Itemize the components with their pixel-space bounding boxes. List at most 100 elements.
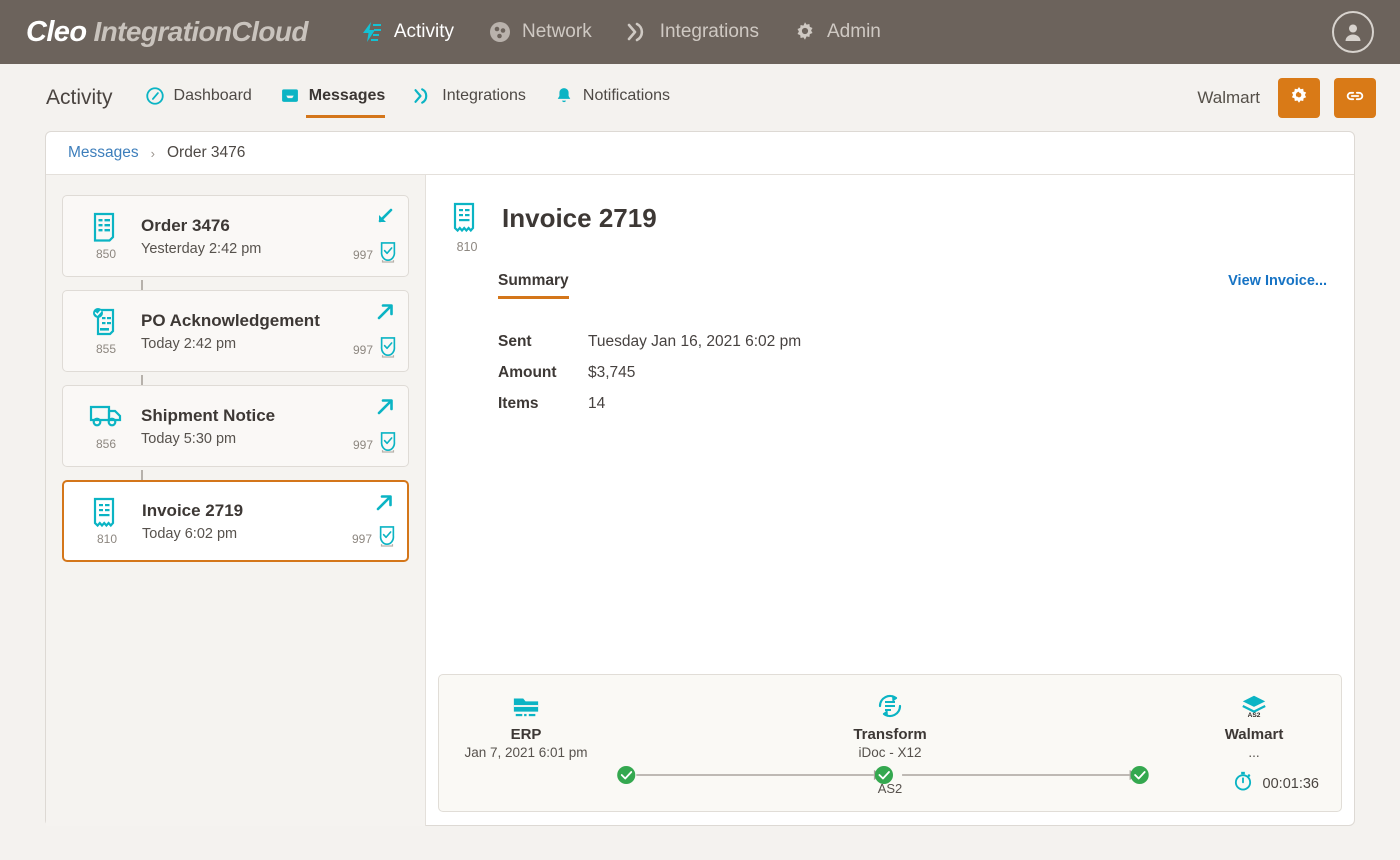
settings-button[interactable] — [1278, 78, 1320, 118]
view-invoice-link[interactable]: View Invoice... — [1228, 273, 1327, 289]
flow-node-sub: iDoc - X12 — [858, 745, 922, 760]
nav-item-network[interactable]: Network — [488, 20, 592, 44]
field-row: Items 14 — [498, 395, 1330, 413]
nav-item-integrations[interactable]: Integrations — [626, 20, 759, 44]
detail-pane: 810 Invoice 2719 Summary View Invoice...… — [426, 175, 1354, 826]
message-title: Shipment Notice — [141, 406, 276, 426]
brand-name-primary: Cleo — [26, 15, 87, 48]
flow-diagram-panel: ERP Jan 7, 2021 6:01 pm Transform iDoc -… — [438, 674, 1342, 812]
document-check-icon — [89, 306, 123, 340]
elapsed-time-value: 00:01:36 — [1262, 775, 1319, 792]
section-tabs: Dashboard Messages Integrations Notifica… — [145, 86, 670, 118]
chevron-right-icon: › — [150, 145, 155, 161]
tab-summary[interactable]: Summary — [498, 272, 569, 299]
flow-node-name: Walmart — [1224, 726, 1284, 743]
list-item[interactable]: 850 Order 3476 Yesterday 2:42 pm 997 — [62, 195, 409, 277]
nav-label-admin: Admin — [827, 21, 881, 42]
tab-label-dashboard: Dashboard — [173, 87, 252, 104]
link-button[interactable] — [1334, 78, 1376, 118]
gear-icon — [793, 20, 817, 44]
nav-label-integrations: Integrations — [659, 21, 759, 42]
list-item[interactable]: 856 Shipment Notice Today 5:30 pm 997 — [62, 385, 409, 467]
ack-shield-check-icon — [378, 431, 398, 458]
tab-dashboard[interactable]: Dashboard — [145, 86, 252, 110]
field-row: Sent Tuesday Jan 16, 2021 6:02 pm — [498, 333, 1330, 351]
detail-icon-group: 810 — [450, 201, 484, 254]
flow-node-name: ERP — [510, 726, 542, 743]
flow-node-erp[interactable]: ERP Jan 7, 2021 6:01 pm — [439, 691, 613, 760]
bell-icon — [554, 86, 574, 106]
ack-shield-check-icon — [378, 241, 398, 268]
detail-code: 810 — [456, 240, 478, 254]
integrations-chevrons-icon — [413, 86, 433, 106]
message-list-pane: 850 Order 3476 Yesterday 2:42 pm 997 855… — [46, 175, 426, 826]
ack-code: 997 — [352, 437, 373, 452]
message-code: 850 — [95, 247, 117, 261]
outbound-arrow-icon — [373, 492, 395, 519]
tab-integrations[interactable]: Integrations — [413, 86, 526, 110]
flow-node-sub: ... — [1248, 745, 1260, 760]
detail-fields: Sent Tuesday Jan 16, 2021 6:02 pm Amount… — [498, 333, 1330, 413]
detail-tabs: Summary View Invoice... — [498, 272, 1330, 299]
tab-messages[interactable]: Messages — [280, 86, 386, 118]
ack-status[interactable]: 997 — [352, 525, 397, 552]
tab-label-messages: Messages — [308, 87, 386, 104]
inbound-arrow-icon — [374, 206, 396, 233]
ack-code: 997 — [352, 342, 373, 357]
list-item-selected[interactable]: 810 Invoice 2719 Today 6:02 pm 997 — [62, 480, 409, 562]
message-title: Order 3476 — [141, 216, 230, 236]
ack-status[interactable]: 997 — [353, 336, 398, 363]
breadcrumb-link-messages[interactable]: Messages — [68, 144, 139, 162]
message-code: 855 — [95, 342, 117, 356]
toolbar-actions: Walmart — [1197, 78, 1376, 118]
elapsed-time: 00:01:36 — [1232, 770, 1319, 797]
content-body: 850 Order 3476 Yesterday 2:42 pm 997 855… — [46, 175, 1354, 826]
field-value: Tuesday Jan 16, 2021 6:02 pm — [588, 333, 802, 350]
nav-item-activity[interactable]: Activity — [360, 20, 454, 44]
nav-item-admin[interactable]: Admin — [793, 20, 881, 44]
top-header-bar: Cleo IntegrationCloud Activity Network I… — [0, 0, 1400, 64]
truck-icon — [89, 401, 123, 435]
flow-node-transform[interactable]: Transform iDoc - X12 — [803, 691, 977, 760]
svg-text:AS2: AS2 — [1248, 712, 1261, 719]
message-icon-group: 850 — [77, 211, 135, 261]
outbound-arrow-icon — [374, 396, 396, 423]
page-title: Activity — [46, 86, 113, 109]
section-toolbar: Activity Dashboard Messages Integrations… — [0, 64, 1400, 132]
message-icon-group: 810 — [78, 496, 136, 546]
message-title: PO Acknowledgement — [141, 311, 320, 331]
app-logo[interactable]: Cleo IntegrationCloud — [26, 16, 308, 49]
message-code: 810 — [96, 532, 118, 546]
field-row: Amount $3,745 — [498, 364, 1330, 382]
tab-label-integrations: Integrations — [442, 87, 526, 104]
transform-refresh-icon — [803, 691, 977, 721]
message-icon-group: 856 — [77, 401, 135, 451]
detail-header: 810 Invoice 2719 — [450, 201, 1330, 254]
settings-gear-refresh-icon — [1288, 85, 1310, 112]
link-chain-icon — [1344, 85, 1366, 112]
content-card: Messages › Order 3476 850 Order 3476 Yes… — [45, 131, 1355, 826]
activity-bolt-icon — [360, 20, 384, 44]
detail-title: Invoice 2719 — [502, 203, 657, 233]
user-avatar-icon[interactable] — [1332, 11, 1374, 53]
nav-label-network: Network — [522, 21, 592, 42]
dashboard-gauge-icon — [145, 86, 165, 106]
network-nodes-icon — [488, 20, 512, 44]
nav-label-activity: Activity — [393, 21, 455, 42]
ack-status[interactable]: 997 — [353, 241, 398, 268]
receipt-icon — [90, 496, 124, 530]
ack-shield-check-icon — [377, 525, 397, 552]
message-icon-group: 855 — [77, 306, 135, 356]
message-title: Invoice 2719 — [142, 501, 244, 521]
ack-status[interactable]: 997 — [353, 431, 398, 458]
flow-node-walmart[interactable]: AS2 Walmart ... — [1167, 691, 1341, 760]
primary-navigation: Activity Network Integrations Admin — [360, 20, 881, 44]
field-label: Items — [498, 395, 539, 412]
stopwatch-icon — [1232, 770, 1254, 797]
breadcrumb-current: Order 3476 — [167, 144, 246, 161]
tab-notifications[interactable]: Notifications — [554, 86, 670, 110]
receipt-icon — [450, 201, 484, 237]
breadcrumb: Messages › Order 3476 — [46, 132, 1354, 175]
list-item[interactable]: 855 PO Acknowledgement Today 2:42 pm 997 — [62, 290, 409, 372]
messages-inbox-icon — [280, 86, 300, 106]
